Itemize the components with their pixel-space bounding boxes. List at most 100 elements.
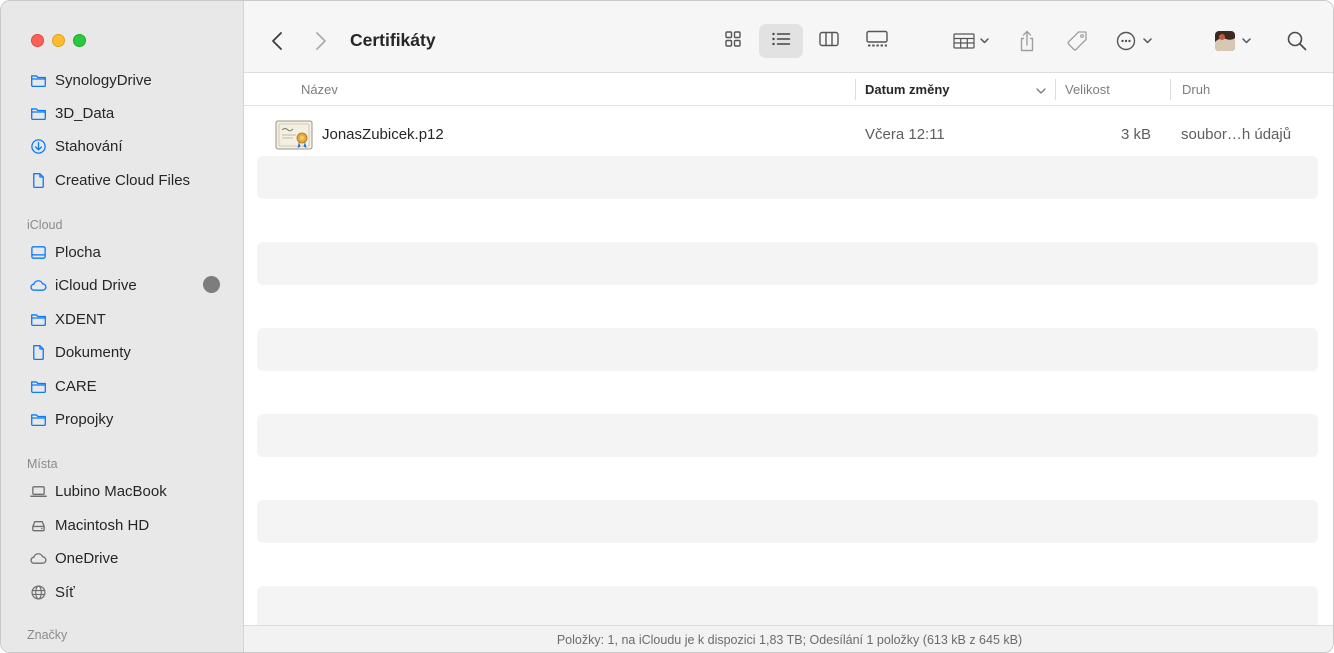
- ellipsis-circle-icon: [1115, 30, 1159, 52]
- close-button[interactable]: [31, 34, 44, 47]
- folder-icon: [29, 377, 47, 395]
- columns-icon: [818, 29, 840, 54]
- group-grid-icon: [951, 31, 993, 51]
- finder-window: SynologyDrive 3D_Data Stahování Creative…: [0, 0, 1334, 653]
- download-icon: [29, 137, 47, 155]
- sidebar-item-downloads[interactable]: Stahování: [29, 132, 123, 160]
- app-avatar-icon: [1212, 30, 1256, 52]
- gallery-icon: [865, 29, 889, 54]
- file-date: Včera 12:11: [865, 126, 945, 143]
- globe-icon: [29, 583, 47, 601]
- sidebar-item-macbook[interactable]: Lubino MacBook: [29, 477, 167, 505]
- app-extension-button[interactable]: [1212, 28, 1256, 54]
- sidebar-item-label: Dokumenty: [55, 343, 131, 361]
- group-by-button[interactable]: [950, 28, 994, 54]
- sync-progress-icon: [203, 276, 220, 293]
- empty-row-stripe: [257, 242, 1318, 285]
- document-icon: [29, 343, 47, 361]
- document-icon: [29, 171, 47, 189]
- sidebar-item-label: Propojky: [55, 410, 114, 428]
- sidebar-item-synologydrive[interactable]: SynologyDrive: [29, 66, 152, 94]
- share-icon: [1018, 29, 1036, 53]
- sidebar-item-label: Síť: [55, 583, 75, 601]
- sidebar-item-xdent[interactable]: XDENT: [29, 305, 106, 333]
- grid-icon: [723, 29, 743, 54]
- folder-icon: [29, 104, 47, 122]
- window-controls: [31, 34, 86, 47]
- status-bar: Položky: 1, na iCloudu je k dispozici 1,…: [244, 625, 1333, 652]
- empty-row-stripe: [257, 414, 1318, 457]
- sidebar: SynologyDrive 3D_Data Stahování Creative…: [1, 1, 244, 652]
- list-icon: [770, 29, 792, 54]
- sidebar-item-label: Macintosh HD: [55, 516, 150, 534]
- view-mode-segmented-control: [711, 24, 899, 58]
- column-date-header[interactable]: Datum změny: [865, 82, 950, 97]
- sidebar-item-label: Creative Cloud Files: [55, 171, 191, 189]
- tag-button[interactable]: [1062, 26, 1092, 56]
- sidebar-item-icloud-drive[interactable]: iCloud Drive: [29, 271, 137, 299]
- sidebar-item-label: XDENT: [55, 310, 106, 328]
- sidebar-heading-icloud: iCloud: [27, 218, 63, 232]
- empty-row-stripe: [257, 156, 1318, 199]
- column-size-header[interactable]: Velikost: [1065, 82, 1110, 97]
- forward-button[interactable]: [310, 27, 332, 55]
- column-header: Název Datum změny Velikost Druh: [244, 73, 1333, 106]
- sidebar-item-label: CARE: [55, 377, 97, 395]
- sidebar-item-label: iCloud Drive: [55, 276, 137, 294]
- column-name-header[interactable]: Název: [301, 82, 338, 97]
- sidebar-item-label: OneDrive: [55, 549, 119, 567]
- chevron-left-icon: [271, 31, 283, 51]
- empty-row-stripe: [257, 328, 1318, 371]
- hard-drive-icon: [29, 516, 47, 534]
- table-row[interactable]: JonasZubicek.p12 Včera 12:11 3 kB soubor…: [257, 113, 1318, 156]
- sidebar-item-label: Stahování: [55, 137, 123, 155]
- column-view-button[interactable]: [807, 24, 851, 58]
- sidebar-item-label: SynologyDrive: [55, 71, 152, 89]
- gallery-view-button[interactable]: [855, 24, 899, 58]
- sidebar-item-onedrive[interactable]: OneDrive: [29, 544, 118, 572]
- sidebar-item-network[interactable]: Síť: [29, 578, 75, 606]
- column-kind-header[interactable]: Druh: [1182, 82, 1210, 97]
- file-kind: soubor…h údajů: [1181, 126, 1292, 143]
- tag-icon: [1065, 29, 1089, 53]
- toolbar: Certifikáty: [244, 1, 1333, 73]
- minimize-button[interactable]: [52, 34, 65, 47]
- zoom-button[interactable]: [73, 34, 86, 47]
- folder-icon: [29, 71, 47, 89]
- empty-row-stripe: [257, 586, 1318, 625]
- sidebar-item-creative-cloud-files[interactable]: Creative Cloud Files: [29, 166, 190, 194]
- column-divider[interactable]: [1170, 79, 1171, 100]
- sidebar-item-documents[interactable]: Dokumenty: [29, 338, 131, 366]
- share-button[interactable]: [1014, 26, 1040, 56]
- chevron-right-icon: [315, 31, 327, 51]
- laptop-icon: [29, 482, 47, 500]
- sidebar-item-macintosh-hd[interactable]: Macintosh HD: [29, 511, 149, 539]
- sort-descending-icon[interactable]: [1035, 84, 1047, 99]
- folder-icon: [29, 410, 47, 428]
- sidebar-item-propojky[interactable]: Propojky: [29, 405, 113, 433]
- sidebar-heading-tags: Značky: [27, 628, 68, 642]
- window-title: Certifikáty: [350, 30, 436, 50]
- icon-view-button[interactable]: [711, 24, 755, 58]
- column-divider[interactable]: [855, 79, 856, 100]
- file-list: JonasZubicek.p12 Včera 12:11 3 kB soubor…: [244, 107, 1333, 625]
- back-button[interactable]: [266, 27, 288, 55]
- cloud-icon: [29, 549, 47, 567]
- folder-icon: [29, 310, 47, 328]
- sidebar-item-label: Plocha: [55, 243, 101, 261]
- search-button[interactable]: [1284, 27, 1310, 55]
- sidebar-item-label: 3D_Data: [55, 104, 115, 122]
- sidebar-heading-places: Místa: [27, 457, 58, 471]
- search-icon: [1286, 30, 1308, 52]
- cloud-icon: [29, 276, 47, 294]
- list-view-button[interactable]: [759, 24, 803, 58]
- column-divider[interactable]: [1055, 79, 1056, 100]
- sidebar-item-desktop[interactable]: Plocha: [29, 238, 101, 266]
- empty-row-stripe: [257, 500, 1318, 543]
- desktop-icon: [29, 243, 47, 261]
- sidebar-item-label: Lubino MacBook: [55, 482, 167, 500]
- sidebar-item-care[interactable]: CARE: [29, 372, 97, 400]
- more-actions-button[interactable]: [1114, 28, 1160, 54]
- certificate-file-icon: [275, 119, 313, 151]
- sidebar-item-3d-data[interactable]: 3D_Data: [29, 99, 114, 127]
